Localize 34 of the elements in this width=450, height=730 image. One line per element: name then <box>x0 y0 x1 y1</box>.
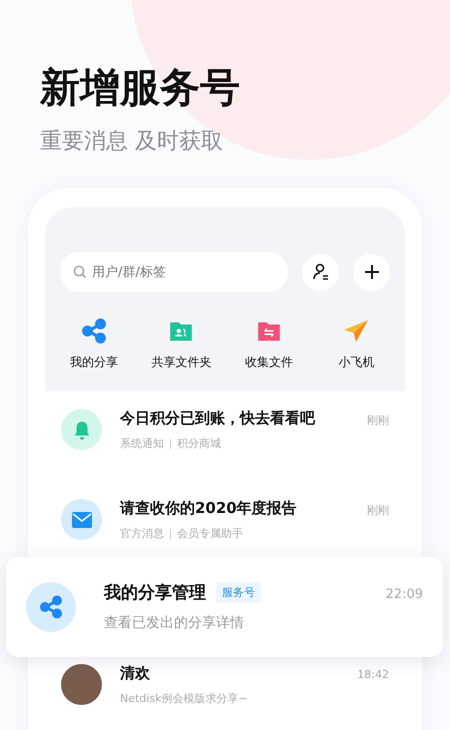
card-time: 22:09 <box>386 587 423 602</box>
envelope-avatar-icon <box>61 499 102 540</box>
notification-card[interactable]: 我的分享管理 服务号 查看已发出的分享详情 22:09 <box>6 557 443 657</box>
page-title: 新增服务号 <box>40 64 241 113</box>
message-tag: 官方消息 <box>120 526 164 541</box>
shortcut-label[interactable]: 小飞机 <box>338 354 374 371</box>
search-icon <box>73 265 87 279</box>
add-button[interactable] <box>353 254 390 290</box>
search-field[interactable]: 用户/群/标签 <box>60 252 288 292</box>
share-icon <box>39 595 63 619</box>
paper-plane-icon <box>343 318 370 344</box>
shortcut-label[interactable]: 我的分享 <box>70 354 118 371</box>
message-title[interactable]: 清欢 <box>120 664 340 683</box>
service-badge: 服务号 <box>216 582 261 602</box>
message-tag: 积分商城 <box>177 436 221 451</box>
message-tag: 系统通知 <box>120 436 164 451</box>
contacts-button[interactable] <box>302 254 339 290</box>
card-title: 我的分享管理 <box>104 582 206 604</box>
message-tag: 会员专属助手 <box>177 526 243 541</box>
share-icon <box>80 318 107 344</box>
page-subtitle: 重要消息 及时获取 <box>40 128 224 156</box>
avatar-photo-placeholder <box>61 664 102 705</box>
shortcut-label[interactable]: 共享文件夹 <box>151 354 212 371</box>
plus-icon <box>362 263 380 281</box>
message-time: 刚刚 <box>367 503 389 518</box>
person-list-icon <box>310 262 330 282</box>
card-subtitle: 查看已发出的分享详情 <box>104 614 245 632</box>
shortcut-label[interactable]: 收集文件 <box>244 354 293 371</box>
bell-avatar-icon <box>61 409 102 450</box>
message-time: 刚刚 <box>367 413 389 428</box>
message-title[interactable]: 请查收你的2020年度报告 <box>120 499 349 518</box>
message-tag: Netdisk例会模版求分享~ <box>120 691 248 706</box>
message-title[interactable]: 今日积分已到账，快去看看吧 <box>120 409 349 428</box>
message-time: 18:42 <box>357 667 389 681</box>
